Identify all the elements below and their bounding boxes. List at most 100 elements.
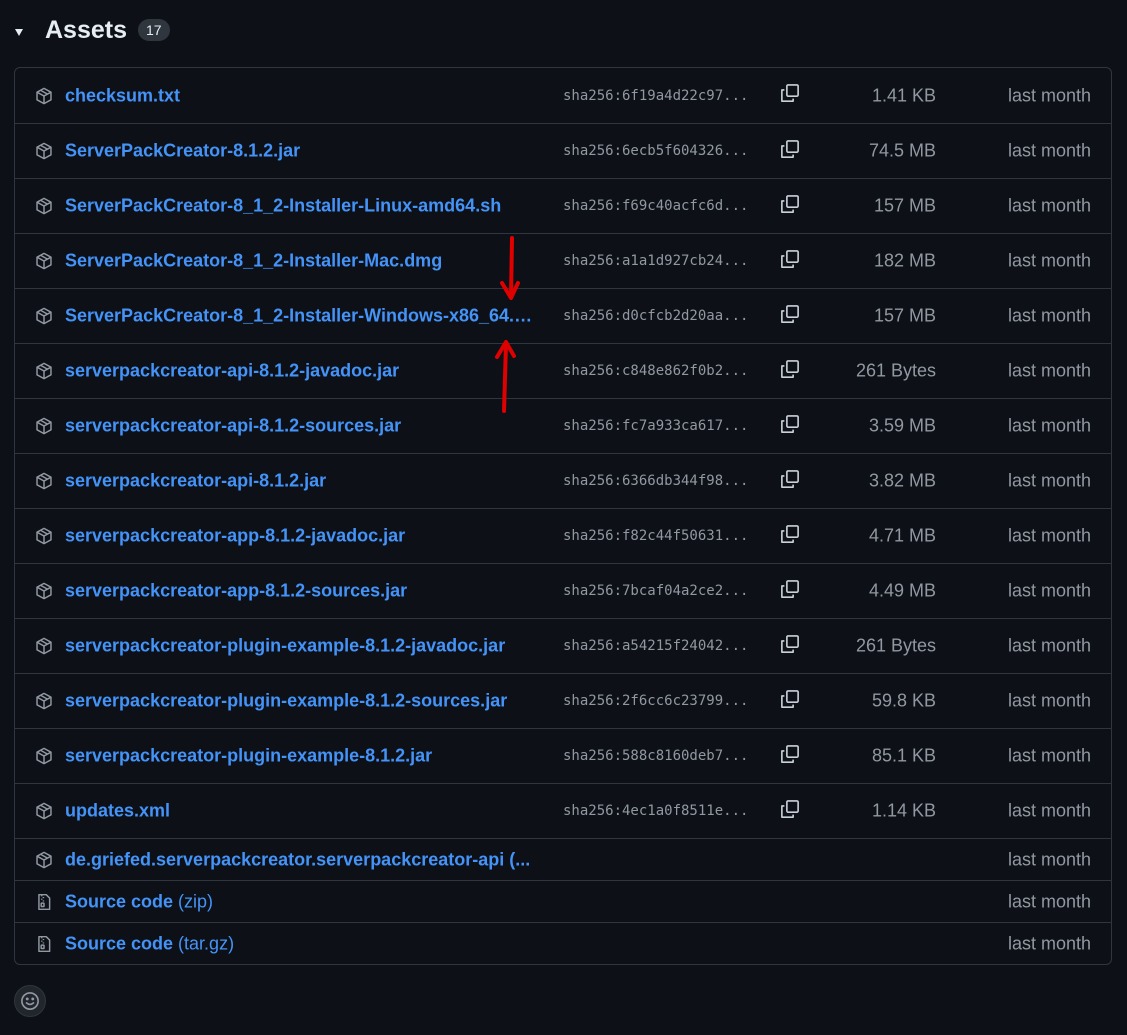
asset-date: last month	[1007, 800, 1091, 821]
asset-date: last month	[1007, 195, 1091, 216]
package-icon	[35, 747, 53, 765]
copy-sha-button[interactable]	[778, 194, 802, 218]
asset-row: ServerPackCreator-8.1.2.jar sha256:6ecb5f…	[15, 123, 1111, 178]
asset-date: last month	[1007, 525, 1091, 546]
asset-sha256: sha256:f69c40acfc6d...	[563, 198, 749, 214]
asset-date: last month	[1007, 933, 1091, 953]
copy-sha-button[interactable]	[778, 304, 802, 328]
copy-icon	[780, 469, 800, 494]
asset-download-link[interactable]: de.griefed.serverpackcreator.serverpackc…	[65, 849, 530, 870]
copy-icon	[780, 414, 800, 439]
asset-download-link[interactable]: ServerPackCreator-8_1_2-Installer-Window…	[65, 306, 542, 327]
asset-download-link[interactable]: ServerPackCreator-8_1_2-Installer-Mac.dm…	[65, 251, 442, 272]
package-icon	[35, 582, 53, 600]
asset-date: last month	[1007, 745, 1091, 766]
source-code-link[interactable]: Source code (tar.gz)	[65, 933, 234, 954]
asset-download-link[interactable]: ServerPackCreator-8_1_2-Installer-Linux-…	[65, 196, 501, 217]
asset-date: last month	[1007, 580, 1091, 601]
copy-icon	[780, 744, 800, 769]
asset-row: serverpackcreator-plugin-example-8.1.2.j…	[15, 728, 1111, 783]
asset-date: last month	[1007, 635, 1091, 656]
copy-sha-button[interactable]	[778, 744, 802, 768]
copy-sha-button[interactable]	[778, 799, 802, 823]
asset-download-link[interactable]: serverpackcreator-app-8.1.2-sources.jar	[65, 581, 407, 602]
asset-name: Source code	[65, 933, 174, 953]
asset-date: last month	[1007, 360, 1091, 381]
package-icon	[35, 417, 53, 435]
copy-icon	[780, 304, 800, 329]
asset-sha256: sha256:6ecb5f604326...	[563, 143, 749, 159]
archive-format: (zip)	[173, 891, 214, 911]
asset-size: 59.8 KB	[871, 690, 936, 711]
asset-row: de.griefed.serverpackcreator.serverpackc…	[15, 838, 1111, 880]
add-reaction-button[interactable]	[14, 985, 46, 1017]
copy-sha-button[interactable]	[778, 634, 802, 658]
asset-sha256: sha256:7bcaf04a2ce2...	[563, 583, 749, 599]
copy-sha-button[interactable]	[778, 359, 802, 383]
asset-row: ServerPackCreator-8_1_2-Installer-Mac.dm…	[15, 233, 1111, 288]
copy-sha-button[interactable]	[778, 689, 802, 713]
smiley-icon	[21, 992, 39, 1010]
package-icon	[35, 87, 53, 105]
asset-date: last month	[1007, 470, 1091, 491]
copy-sha-button[interactable]	[778, 249, 802, 273]
asset-sha256: sha256:fc7a933ca617...	[563, 418, 749, 434]
package-icon	[35, 362, 53, 380]
asset-sha256: sha256:a54215f24042...	[563, 638, 749, 654]
copy-icon	[780, 799, 800, 824]
asset-date: last month	[1007, 140, 1091, 161]
package-icon	[35, 252, 53, 270]
asset-download-link[interactable]: serverpackcreator-plugin-example-8.1.2.j…	[65, 746, 432, 767]
asset-row: serverpackcreator-app-8.1.2-javadoc.jar s…	[15, 508, 1111, 563]
source-code-link[interactable]: Source code (zip)	[65, 891, 213, 912]
asset-download-link[interactable]: serverpackcreator-plugin-example-8.1.2-j…	[65, 636, 505, 657]
asset-download-link[interactable]: serverpackcreator-api-8.1.2.jar	[65, 471, 326, 492]
copy-sha-button[interactable]	[778, 414, 802, 438]
asset-row: serverpackcreator-api-8.1.2-javadoc.jar s…	[15, 343, 1111, 398]
asset-size: 4.71 MB	[868, 525, 936, 546]
copy-icon	[780, 139, 800, 164]
asset-row: serverpackcreator-api-8.1.2-sources.jar s…	[15, 398, 1111, 453]
copy-sha-button[interactable]	[778, 469, 802, 493]
asset-download-link[interactable]: serverpackcreator-plugin-example-8.1.2-s…	[65, 691, 507, 712]
asset-date: last month	[1007, 85, 1091, 105]
copy-icon	[780, 249, 800, 274]
asset-size: 85.1 KB	[871, 745, 936, 766]
package-icon	[35, 307, 53, 325]
copy-sha-button[interactable]	[778, 84, 802, 108]
asset-download-link[interactable]: serverpackcreator-api-8.1.2-javadoc.jar	[65, 361, 399, 382]
asset-name: de.griefed.serverpackcreator.serverpackc…	[65, 849, 531, 869]
asset-sha256: sha256:588c8160deb7...	[563, 748, 749, 764]
asset-download-link[interactable]: serverpackcreator-api-8.1.2-sources.jar	[65, 416, 401, 437]
asset-row: Source code (tar.gz) last month	[15, 922, 1111, 964]
copy-sha-button[interactable]	[778, 579, 802, 603]
asset-date: last month	[1007, 891, 1091, 911]
assets-header[interactable]: Assets 17	[12, 10, 170, 50]
asset-row: ServerPackCreator-8_1_2-Installer-Linux-…	[15, 178, 1111, 233]
copy-sha-button[interactable]	[778, 524, 802, 548]
file-zip-icon	[35, 893, 53, 911]
asset-sha256: sha256:d0cfcb2d20aa...	[563, 308, 749, 324]
asset-row: checksum.txt sha256:6f19a4d22c97... 1.41 K…	[15, 68, 1111, 123]
asset-row: Source code (zip) last month	[15, 880, 1111, 922]
package-icon	[35, 692, 53, 710]
asset-row: updates.xml sha256:4ec1a0f8511e... 1.14 KB…	[15, 783, 1111, 838]
copy-icon	[780, 83, 800, 108]
asset-size: 4.49 MB	[868, 580, 936, 601]
asset-download-link[interactable]: serverpackcreator-app-8.1.2-javadoc.jar	[65, 526, 405, 547]
caret-down-icon[interactable]	[15, 28, 23, 36]
asset-sha256: sha256:c848e862f0b2...	[563, 363, 749, 379]
asset-row: serverpackcreator-plugin-example-8.1.2-s…	[15, 673, 1111, 728]
package-icon	[35, 197, 53, 215]
copy-icon	[780, 359, 800, 384]
assets-count-badge: 17	[138, 19, 170, 41]
asset-row: ServerPackCreator-8_1_2-Installer-Window…	[15, 288, 1111, 343]
copy-icon	[780, 579, 800, 604]
asset-size: 182 MB	[873, 250, 936, 271]
asset-download-link[interactable]: ServerPackCreator-8.1.2.jar	[65, 141, 300, 162]
package-icon	[35, 472, 53, 490]
asset-download-link[interactable]: checksum.txt	[65, 85, 180, 106]
asset-download-link[interactable]: updates.xml	[65, 801, 170, 822]
copy-sha-button[interactable]	[778, 139, 802, 163]
asset-row: serverpackcreator-api-8.1.2.jar sha256:63…	[15, 453, 1111, 508]
